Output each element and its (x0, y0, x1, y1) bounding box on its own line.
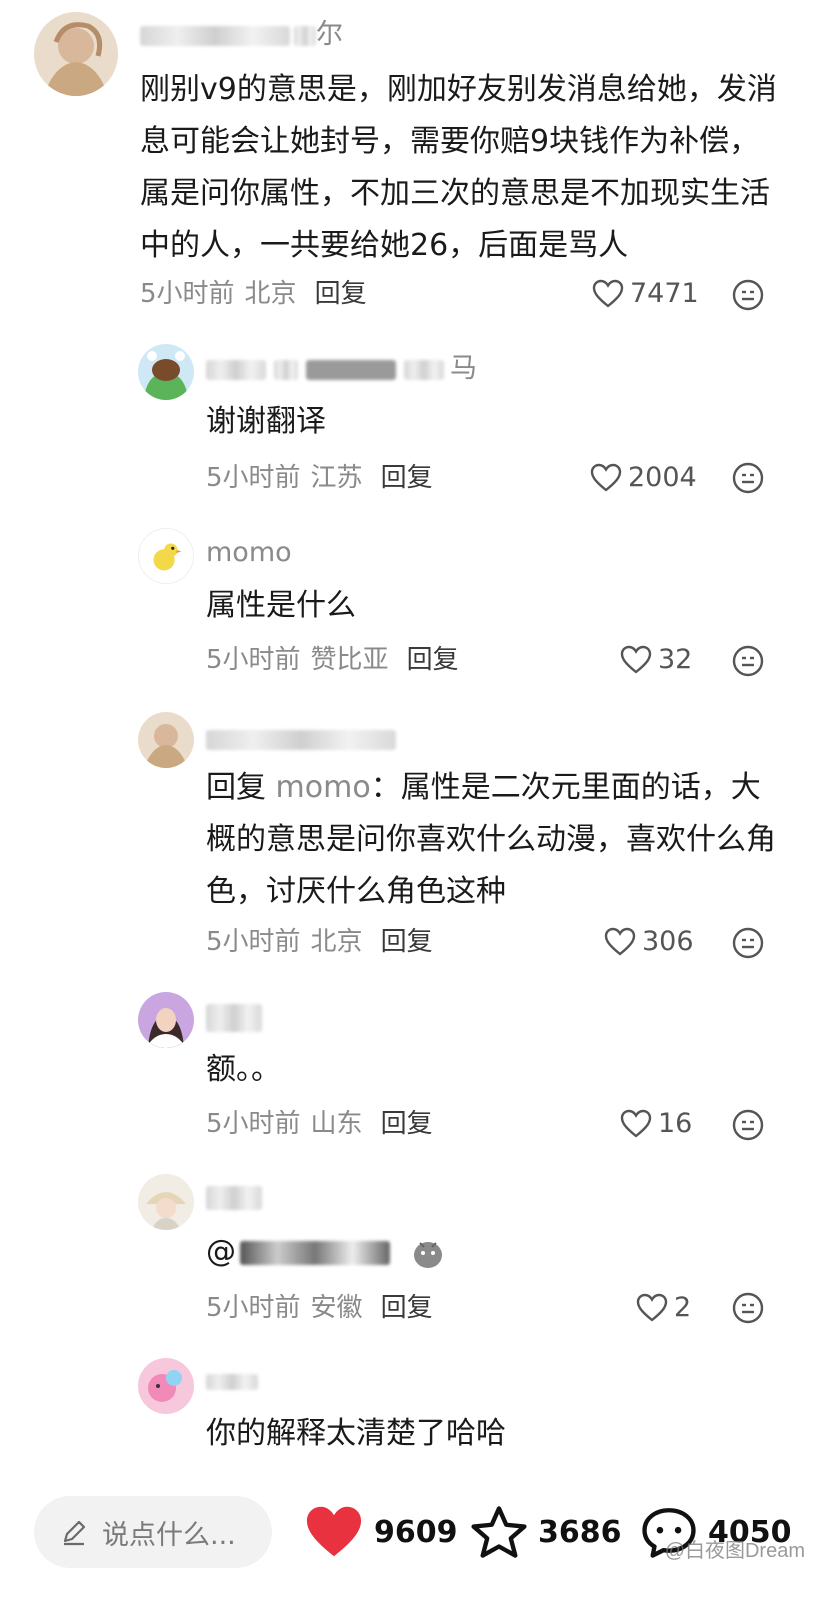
emoji-reaction-icon[interactable] (732, 1109, 764, 1141)
like-button[interactable]: 306 (604, 922, 694, 962)
reply-button[interactable]: 回复 (315, 279, 367, 309)
comment-text: 额。。 (206, 1052, 281, 1087)
heart-icon (590, 463, 622, 492)
comment-text: @ (206, 1226, 446, 1278)
like-count: 2004 (628, 462, 697, 493)
avatar[interactable] (138, 1358, 194, 1414)
avatar[interactable] (138, 1174, 194, 1230)
reply-button[interactable]: 回复 (381, 1109, 433, 1139)
username[interactable]: 马 (206, 352, 477, 386)
heart-icon (636, 1293, 668, 1322)
avatar[interactable] (138, 528, 194, 584)
like-button[interactable]: 2004 (590, 458, 697, 498)
comment-location: 北京 (310, 927, 363, 957)
like-button[interactable]: 16 (620, 1104, 692, 1144)
comment-time: 5小时前 (206, 1293, 301, 1323)
comment-meta: 5小时前 北京 回复 (206, 922, 433, 962)
heart-icon (620, 645, 652, 674)
comment-input-placeholder: 说点什么... (102, 1519, 236, 1551)
username[interactable] (206, 1000, 262, 1034)
comment-text: 属性是什么 (206, 588, 356, 623)
emoji-reaction-icon[interactable] (732, 279, 764, 311)
comment-meta: 5小时前 赞比亚 回复 (206, 640, 459, 680)
like-count: 306 (642, 926, 694, 957)
like-button[interactable]: 32 (620, 640, 692, 680)
favorite-count: 3686 (538, 1514, 622, 1550)
reply-button[interactable]: 回复 (381, 927, 433, 957)
heart-icon (620, 1109, 652, 1138)
comment-location: 山东 (310, 1109, 363, 1139)
comment-meta: 5小时前 江苏 回复 (206, 458, 433, 498)
comment-input[interactable]: 说点什么... (34, 1496, 272, 1568)
comment-location: 赞比亚 (310, 645, 389, 675)
comment-time: 5小时前 (206, 645, 301, 675)
emoji-sticker-icon (413, 1241, 442, 1268)
star-icon (471, 1506, 527, 1558)
like-button[interactable]: 2 (636, 1288, 691, 1328)
like-count: 32 (658, 644, 693, 675)
watermark: @白夜图Dream (664, 1540, 805, 1562)
comment-time: 5小时前 (206, 1109, 301, 1139)
like-count: 7471 (630, 278, 699, 309)
heart-filled-icon (306, 1506, 362, 1557)
comment-text: 回复 momo：属性是二次元里面的话，大概的意思是问你喜欢什么动漫，喜欢什么角色… (206, 770, 776, 909)
comment-location: 北京 (244, 279, 297, 309)
reply-mention[interactable]: momo (276, 770, 371, 805)
like-count: 2 (674, 1292, 692, 1323)
comment-text: 谢谢翻译 (206, 404, 326, 439)
pencil-icon (63, 1520, 86, 1546)
emoji-reaction-icon[interactable] (732, 462, 764, 494)
favorite-button[interactable]: 3686 (470, 1500, 622, 1564)
comment-text: 你的解释太清楚了哈哈 (206, 1416, 506, 1451)
comment-meta: 5小时前 安徽 回复 (206, 1288, 433, 1328)
like-count: 16 (658, 1108, 693, 1139)
emoji-reaction-icon[interactable] (732, 927, 764, 959)
comment-time: 5小时前 (140, 279, 235, 309)
avatar[interactable] (138, 992, 194, 1048)
like-button[interactable]: 7471 (592, 274, 699, 314)
avatar[interactable] (34, 12, 118, 96)
like-count: 9609 (374, 1514, 458, 1550)
comment-time: 5小时前 (206, 463, 301, 493)
username[interactable] (206, 1364, 258, 1398)
mention-at: @ (206, 1234, 236, 1269)
username[interactable] (206, 1180, 262, 1214)
comment-location: 安徽 (310, 1293, 363, 1323)
heart-icon (592, 279, 624, 308)
emoji-reaction-icon[interactable] (732, 645, 764, 677)
reply-button[interactable]: 回复 (381, 463, 433, 493)
emoji-reaction-icon[interactable] (732, 1292, 764, 1324)
comment-text: 刚别v9的意思是，刚加好友别发消息给她，发消息可能会让她封号，需要你赔9块钱作为… (140, 72, 777, 263)
comment-meta: 5小时前 北京 回复 (140, 274, 367, 314)
avatar[interactable] (138, 712, 194, 768)
reply-button[interactable]: 回复 (407, 645, 459, 675)
comment-time: 5小时前 (206, 927, 301, 957)
avatar[interactable] (138, 344, 194, 400)
reply-prefix: 回复 (206, 770, 266, 805)
like-post-button[interactable]: 9609 (304, 1500, 458, 1564)
comment-meta: 5小时前 山东 回复 (206, 1104, 433, 1144)
username[interactable]: momo (206, 536, 292, 570)
heart-icon (604, 927, 636, 956)
username[interactable]: 尔 (140, 18, 343, 52)
reply-button[interactable]: 回复 (381, 1293, 433, 1323)
comment-location: 江苏 (310, 463, 363, 493)
username[interactable] (206, 722, 396, 756)
